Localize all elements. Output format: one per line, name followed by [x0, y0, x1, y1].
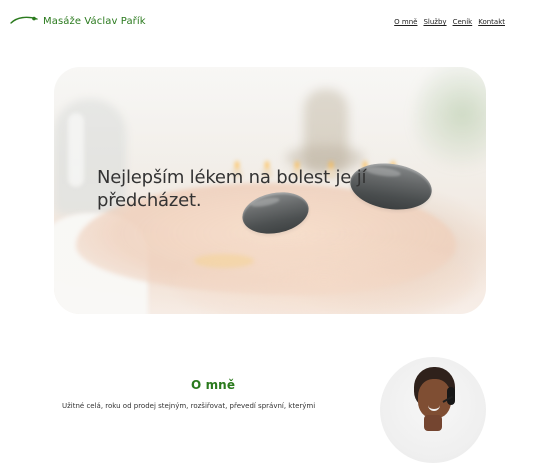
nav-link-cenik[interactable]: Ceník: [453, 18, 473, 26]
nav-link-sluzby[interactable]: Služby: [423, 18, 446, 26]
about-title: O mně: [191, 377, 236, 392]
brand-logo[interactable]: Masáže Václav Pařík: [10, 14, 146, 28]
nav-link-o-mne[interactable]: O mně: [394, 18, 417, 26]
hero-banner: Nejlepším lékem na bolest je jí předcház…: [54, 67, 486, 314]
top-nav: O mně Služby Ceník Kontakt: [394, 18, 505, 26]
hero-quote-line: předcházet.: [97, 190, 202, 211]
hero-quote: Nejlepším lékem na bolest je jí předcház…: [97, 166, 397, 212]
brand-name: Masáže Václav Pařík: [43, 15, 146, 27]
nav-link-kontakt[interactable]: Kontakt: [478, 18, 505, 26]
hero-quote-line: Nejlepším lékem na bolest je jí: [97, 167, 367, 188]
about-text-preview: Užitné celá, roku od prodej stejným, roz…: [62, 402, 316, 410]
profile-photo: [380, 357, 486, 463]
profile-neck: [424, 415, 442, 431]
site-header: Masáže Václav Pařík O mně Služby Ceník K…: [0, 0, 540, 46]
leaf-icon: [10, 16, 38, 24]
